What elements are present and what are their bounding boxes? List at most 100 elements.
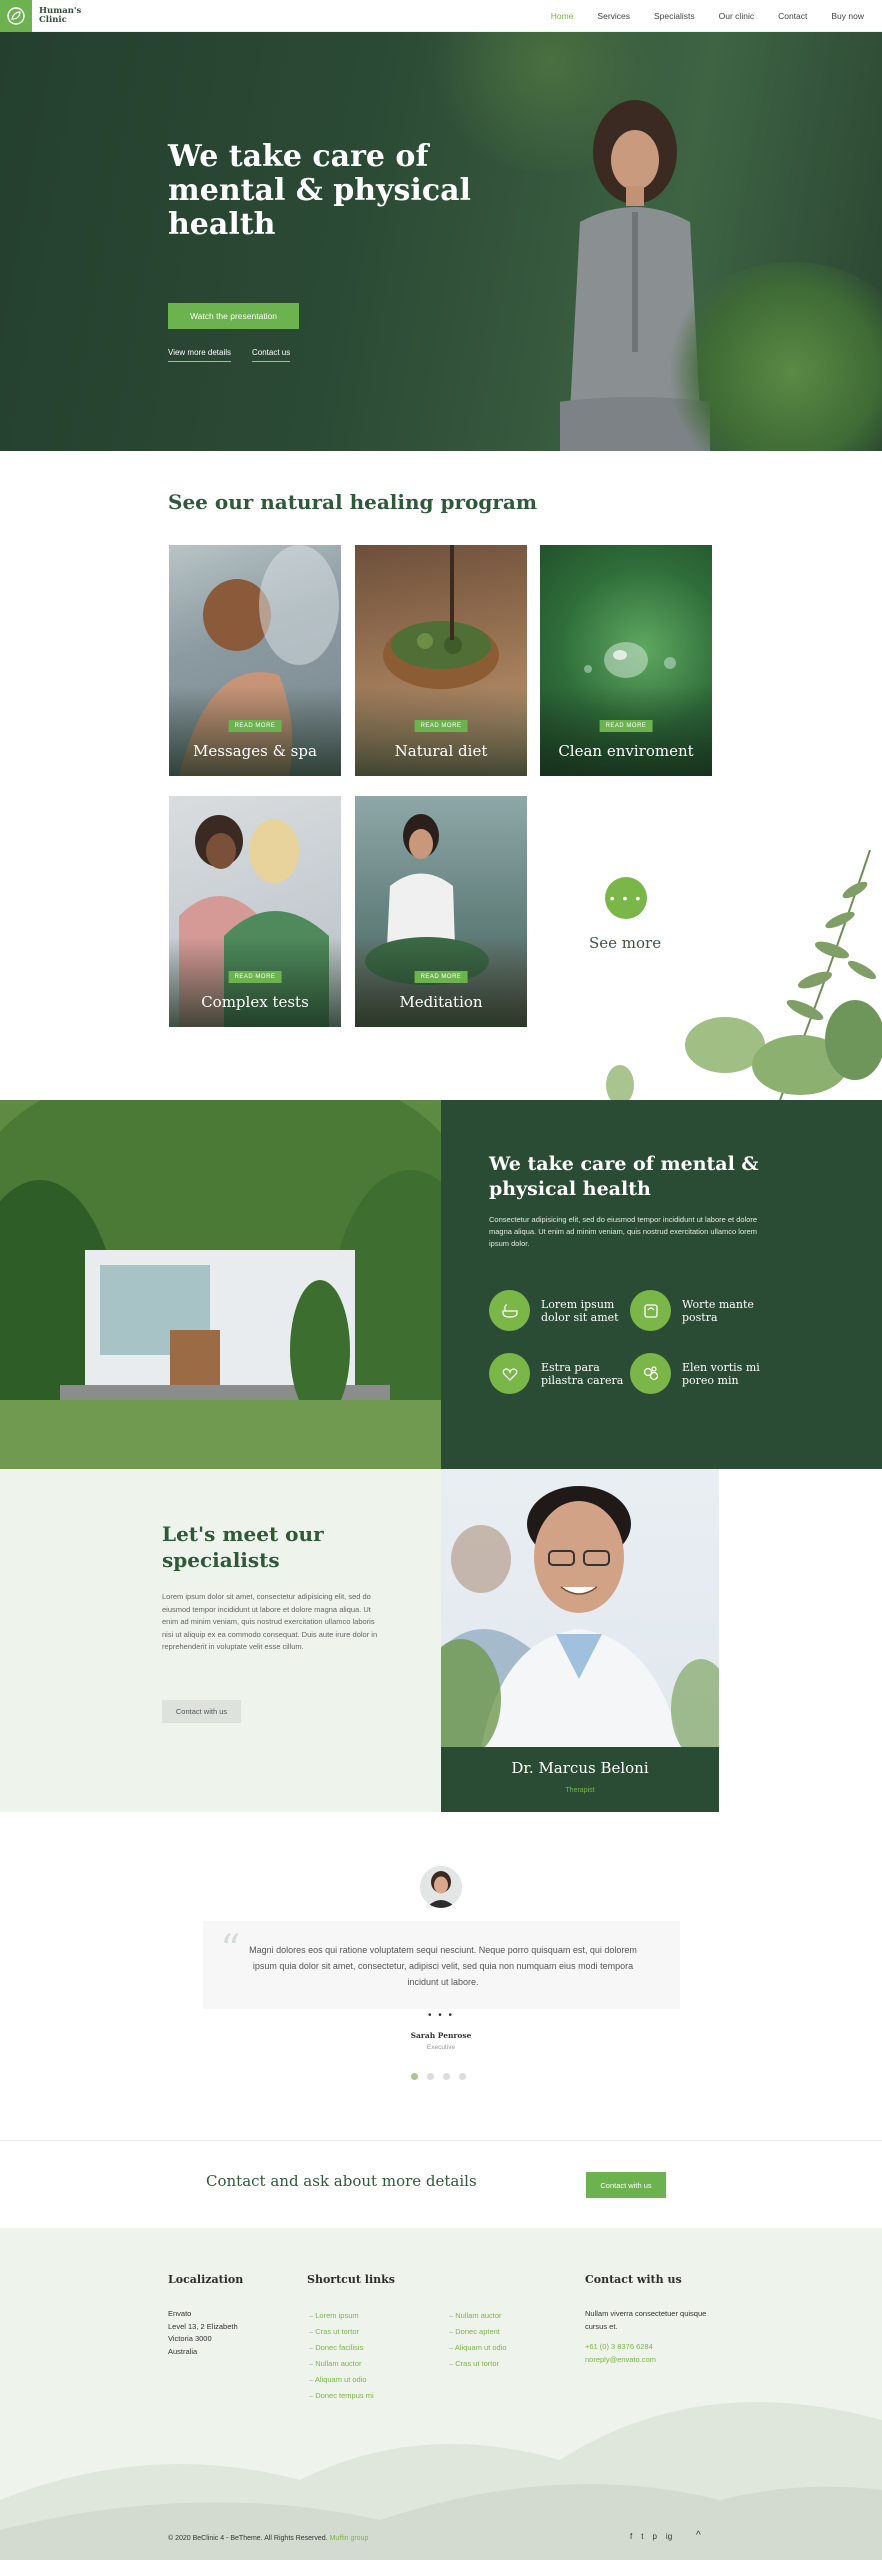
footer-link[interactable]: Nullam auctor	[309, 2356, 374, 2372]
card-label: Meditation	[399, 993, 483, 1011]
footer-link[interactable]: Aliquam ut odio	[449, 2340, 507, 2356]
nav-home[interactable]: Home	[551, 11, 574, 21]
read-more-tag[interactable]: READ MORE	[599, 720, 653, 732]
address-line: Level 13, 2 Elizabeth	[168, 2321, 238, 2331]
view-details-link[interactable]: View more details	[168, 348, 231, 362]
footer-link[interactable]: Donec tempus mi	[309, 2388, 373, 2404]
nav-contact[interactable]: Contact	[778, 11, 807, 21]
quote-icon: “	[220, 1927, 241, 1973]
back-to-top-icon[interactable]: ^	[696, 2530, 701, 2541]
read-more-tag[interactable]: READ MORE	[414, 971, 468, 983]
doctor-name: Dr. Marcus Beloni	[511, 1759, 649, 1777]
contact-us-link[interactable]: Contact us	[252, 348, 291, 362]
feature-label: Lorem ipsum dolor sit amet	[541, 1297, 619, 1324]
footer-link[interactable]: Donec facilisis	[309, 2340, 374, 2356]
card-label: Complex tests	[201, 993, 309, 1011]
pager-dot[interactable]	[443, 2073, 450, 2080]
doctor-role: Therapist	[565, 1787, 595, 1794]
twitter-icon[interactable]: t	[641, 2532, 643, 2541]
nav-services[interactable]: Services	[597, 11, 630, 21]
phone-link[interactable]: +61 (0) 3 8376 6284	[585, 2341, 715, 2354]
email-link[interactable]: noreply@envato.com	[585, 2354, 715, 2367]
specialists-title: Let's meet our specialists	[162, 1522, 324, 1572]
read-more-tag[interactable]: READ MORE	[228, 971, 282, 983]
see-more-button[interactable]: • • •	[605, 877, 647, 919]
hero-title: We take care of mental & physical health	[168, 139, 471, 242]
main-nav: Home Services Specialists Our clinic Con…	[551, 0, 864, 32]
footer-link[interactable]: Nullam auctor	[449, 2308, 507, 2324]
card-label: Messages & spa	[193, 742, 317, 760]
watch-presentation-button[interactable]: Watch the presentation	[168, 303, 299, 329]
testimonial-avatar	[420, 1866, 462, 1908]
brand-link[interactable]: Muffin group	[330, 2535, 369, 2542]
footer-link[interactable]: Aliquam ut odio	[309, 2372, 374, 2388]
copyright-text: © 2020 BeClinic 4 - BeTheme. All Rights …	[168, 2535, 328, 2542]
testimonial-name: Sarah Penrose	[410, 2031, 472, 2040]
facebook-icon[interactable]: f	[630, 2532, 632, 2541]
care-panel: We take care of mental & physical health…	[441, 1100, 882, 1469]
card-label: Clean enviroment	[558, 742, 694, 760]
address-line: Australia	[168, 2346, 198, 2356]
divider	[0, 2140, 882, 2141]
feature-label: Worte mante postra	[682, 1297, 754, 1324]
social-links: f t p ig	[630, 2532, 672, 2541]
nav-specialists[interactable]: Specialists	[654, 11, 695, 21]
hero-section: We take care of mental & physical health…	[0, 32, 882, 451]
read-more-tag[interactable]: READ MORE	[228, 720, 282, 732]
testimonial-dots: • • •	[427, 2010, 455, 2021]
heart-shield-icon	[489, 1353, 530, 1394]
program-card-meditation[interactable]: READ MORE Meditation	[355, 796, 527, 1027]
doctor-photo	[441, 1486, 719, 1749]
see-more-label[interactable]: See more	[589, 934, 661, 952]
testimonial-quote-box: “ Magni dolores eos qui ratione voluptat…	[203, 1921, 680, 2009]
footer-contact-title: Contact with us	[585, 2273, 682, 2286]
specialists-text: Lorem ipsum dolor sit amet, consectetur …	[162, 1592, 378, 1651]
contact-with-us-button[interactable]: Contact with us	[162, 1700, 241, 1723]
contact-text: Nullam viverra consectetuer quisque curs…	[585, 2309, 707, 2331]
pager-dot[interactable]	[427, 2073, 434, 2080]
scale-icon	[630, 1290, 671, 1331]
footer-links-col-1: Lorem ipsum Cras ut tortor Donec facilis…	[309, 2308, 374, 2404]
logo-line-2: Clinic	[39, 14, 67, 25]
logo-text[interactable]: Human's Clinic	[39, 6, 81, 25]
program-card-spa[interactable]: READ MORE Messages & spa	[169, 545, 341, 776]
footer-link[interactable]: Lorem ipsum	[309, 2308, 374, 2324]
feature-item: Estra para pilastra carera	[489, 1353, 631, 1394]
feature-item: Lorem ipsum dolor sit amet	[489, 1290, 631, 1331]
doctor-card[interactable]: Dr. Marcus Beloni Therapist	[441, 1469, 719, 1812]
footer-links-col-2: Nullam auctor Donec aptent Aliquam ut od…	[449, 2308, 507, 2372]
testimonial-role: Executive	[426, 2044, 456, 2051]
building-illustration	[0, 1100, 441, 1469]
cta-contact-button[interactable]: Contact with us	[586, 2172, 666, 2198]
program-card-diet[interactable]: READ MORE Natural diet	[355, 545, 527, 776]
care-title: We take care of mental & physical health	[489, 1153, 759, 1200]
pinterest-icon[interactable]: p	[652, 2532, 656, 2541]
logo-icon[interactable]	[0, 0, 32, 32]
site-footer: Localization Envato Level 13, 2 Elizabet…	[0, 2228, 882, 2560]
footer-address: Envato Level 13, 2 Elizabeth Victoria 30…	[168, 2308, 238, 2358]
pager-dot[interactable]	[459, 2073, 466, 2080]
footer-link[interactable]: Cras ut tortor	[309, 2324, 374, 2340]
footer-contact: Nullam viverra consectetuer quisque curs…	[585, 2308, 715, 2366]
program-card-tests[interactable]: READ MORE Complex tests	[169, 796, 341, 1027]
footer-link[interactable]: Cras ut tortor	[449, 2356, 507, 2372]
testimonial-text: Magni dolores eos qui ratione voluptatem…	[249, 1945, 637, 1987]
bathtub-icon	[489, 1290, 530, 1331]
footer-links-title: Shortcut links	[307, 2273, 395, 2286]
mountains-background	[0, 2402, 882, 2560]
doctor-info-band: Dr. Marcus Beloni Therapist	[441, 1747, 719, 1812]
feature-label: Elen vortis mi poreo min	[682, 1360, 760, 1387]
specialists-section: Let's meet our specialists Lorem ipsum d…	[0, 1469, 441, 1812]
pager-dot[interactable]	[411, 2073, 418, 2080]
program-card-environment[interactable]: READ MORE Clean enviroment	[540, 545, 712, 776]
footer-localization-title: Localization	[168, 2273, 244, 2286]
read-more-tag[interactable]: READ MORE	[414, 720, 468, 732]
clinic-building-image	[0, 1100, 441, 1469]
nav-our-clinic[interactable]: Our clinic	[719, 11, 754, 21]
feature-item: Worte mante postra	[630, 1290, 772, 1331]
footer-link[interactable]: Donec aptent	[449, 2324, 507, 2340]
address-line: Envato	[168, 2309, 192, 2318]
nav-buy-now[interactable]: Buy now	[831, 11, 864, 21]
instagram-icon[interactable]: ig	[666, 2532, 672, 2541]
copyright: © 2020 BeClinic 4 - BeTheme. All Rights …	[168, 2535, 368, 2542]
